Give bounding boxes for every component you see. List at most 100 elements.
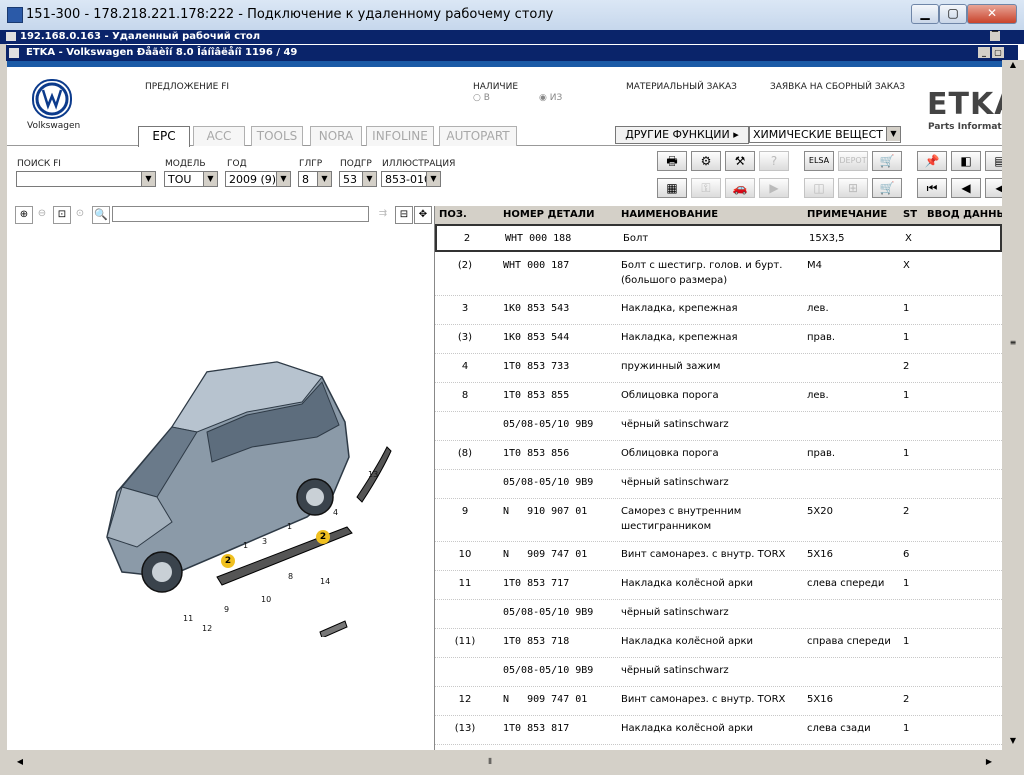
- name-cell: Облицовка порога: [621, 448, 719, 459]
- pos-cell: 9: [461, 506, 469, 517]
- car-button[interactable]: 🚗: [725, 178, 755, 198]
- minimize-button[interactable]: ▁: [911, 4, 939, 24]
- name-cell: Накладка, крепежная: [621, 303, 738, 314]
- table-row[interactable]: (3) 1K0 853 544 Накладка, крепежная прав. 1: [435, 325, 1002, 354]
- zoom-in-icon[interactable]: ⊕: [15, 206, 33, 224]
- close-button[interactable]: ✕: [967, 4, 1017, 24]
- col-part-number[interactable]: НОМЕР ДЕТАЛИ: [503, 209, 594, 220]
- search-fi-input[interactable]: ▼: [16, 171, 156, 187]
- table-row[interactable]: (8) 1T0 853 856 Облицовка порога прав. 1: [435, 441, 1002, 470]
- move-icon[interactable]: ✥: [414, 206, 432, 224]
- pin-button[interactable]: 📌: [917, 151, 947, 171]
- offer-fi-label[interactable]: ПРЕДЛОЖЕНИЕ FI: [145, 82, 229, 92]
- table-row[interactable]: 05/08-05/10 9B9 чёрный satinschwarz: [435, 600, 1002, 629]
- etka-minimize-button[interactable]: _: [978, 47, 990, 58]
- table-row[interactable]: 9 N 910 907 01 Саморез с внутренним шестиг…: [435, 499, 1002, 542]
- radio-b[interactable]: ○ В: [473, 93, 490, 103]
- play-button[interactable]: ▶: [759, 178, 789, 198]
- table-row[interactable]: 05/08-05/10 9B9 чёрный satinschwarz: [435, 412, 1002, 441]
- outer-vertical-scrollbar[interactable]: ▲ ≡ ▼: [1002, 60, 1024, 775]
- material-order-label[interactable]: МАТЕРИАЛЬНЫЙ ЗАКАЗ: [626, 82, 737, 92]
- key-button[interactable]: ⚿: [691, 178, 721, 198]
- scroll-down-arrow[interactable]: ▼: [1006, 736, 1020, 748]
- outer-horizontal-scrollbar[interactable]: ◀ ⦀ ▶: [7, 750, 1024, 775]
- first-page-button[interactable]: ⏮: [917, 178, 947, 198]
- callout-2a[interactable]: 2: [221, 554, 235, 568]
- search-parts-button[interactable]: ⚙: [691, 151, 721, 171]
- scroll-up-arrow[interactable]: ▲: [1006, 60, 1020, 72]
- table-row[interactable]: 12 N 909 747 01 Винт самонарез. с внутр. T…: [435, 687, 1002, 716]
- table-row[interactable]: 11 1T0 853 717 Накладка колёсной арки слева…: [435, 571, 1002, 600]
- table-row[interactable]: 05/08-05/10 9B9 чёрный satinschwarz: [435, 658, 1002, 687]
- chevron-down-icon[interactable]: ▼: [886, 127, 900, 141]
- chevron-down-icon[interactable]: ▼: [203, 172, 217, 186]
- year-select[interactable]: 2009 (9) ▼: [225, 171, 291, 187]
- col-pos[interactable]: ПОЗ.: [439, 209, 467, 220]
- zoom-fit-icon[interactable]: ⊡: [53, 206, 71, 224]
- vehicle-data-button[interactable]: ⚒: [725, 151, 755, 171]
- st-cell: 6: [903, 549, 910, 560]
- chevron-down-icon[interactable]: ▼: [317, 172, 331, 186]
- tree-button[interactable]: ⊞: [838, 178, 868, 198]
- zoom-area-icon[interactable]: ⊙: [72, 206, 88, 222]
- list-view-button[interactable]: ▤: [985, 151, 1002, 171]
- other-functions-button[interactable]: ДРУГИЕ ФУНКЦИИ ▸: [615, 126, 749, 144]
- assembly-order-label[interactable]: ЗАЯВКА НА СБОРНЫЙ ЗАКАЗ: [770, 82, 905, 92]
- table-view-button[interactable]: ▦: [657, 178, 687, 198]
- h-scroll-thumb[interactable]: ⦀: [483, 755, 497, 769]
- rdp-title-bar[interactable]: 151-300 - 178.218.221.178:222 - Подключе…: [0, 0, 1024, 31]
- podgr-select[interactable]: 53 ▼: [339, 171, 377, 187]
- back-list-button[interactable]: ◧: [951, 151, 981, 171]
- table-row[interactable]: 3 1K0 853 543 Накладка, крепежная лев. 1: [435, 296, 1002, 325]
- tab-nora[interactable]: NORA: [310, 126, 362, 146]
- illustration-select[interactable]: 853-010 ▼: [381, 171, 441, 187]
- cart-button[interactable]: 🛒: [872, 151, 902, 171]
- table-row[interactable]: 05/08-05/10 9B9 чёрный satinschwarz: [435, 470, 1002, 499]
- table-row[interactable]: (13) 1T0 853 817 Накладка колёсной арки сле…: [435, 716, 1002, 745]
- scroll-right-arrow[interactable]: ▶: [982, 755, 996, 769]
- elsa-button[interactable]: ELSA: [804, 151, 834, 171]
- table-row[interactable]: (11) 1T0 853 718 Накладка колёсной арки спр…: [435, 629, 1002, 658]
- chevron-down-icon[interactable]: ▼: [362, 172, 376, 186]
- glgr-select[interactable]: 8 ▼: [298, 171, 332, 187]
- illustration-search-input[interactable]: [112, 206, 369, 222]
- scroll-thumb[interactable]: ≡: [1006, 338, 1020, 348]
- col-name[interactable]: НАИМЕНОВАНИЕ: [621, 209, 718, 220]
- col-st[interactable]: ST: [903, 209, 917, 220]
- tab-infoline[interactable]: INFOLINE: [366, 126, 434, 146]
- callout-2b[interactable]: 2: [316, 530, 330, 544]
- chemicals-select[interactable]: ХИМИЧЕСКИЕ ВЕЩЕСТ ▼: [749, 126, 901, 143]
- chevron-down-icon[interactable]: ▼: [276, 172, 290, 186]
- model-select[interactable]: TOU ▼: [164, 171, 218, 187]
- chevron-down-icon[interactable]: ▼: [141, 172, 155, 186]
- etka-maximize-button[interactable]: ▢: [992, 47, 1004, 58]
- table-row[interactable]: 2 WHT 000 188 Болт 15X3,5 X: [435, 224, 1002, 252]
- maximize-button[interactable]: ▢: [939, 4, 967, 24]
- col-data-entry[interactable]: ВВОД ДАННЫХ: [927, 209, 1002, 220]
- split-view-button[interactable]: ◫: [804, 178, 834, 198]
- prev-button[interactable]: ◀: [985, 178, 1002, 198]
- chevron-down-icon[interactable]: ▼: [426, 172, 440, 186]
- table-row[interactable]: 8 1T0 853 855 Облицовка порога лев. 1: [435, 383, 1002, 412]
- scroll-left-arrow[interactable]: ◀: [13, 755, 27, 769]
- tab-autopart[interactable]: AUTOPART: [439, 126, 517, 146]
- col-note[interactable]: ПРИМЕЧАНИЕ: [807, 209, 887, 220]
- table-row[interactable]: 4 1T0 853 733 пружинный зажим 2: [435, 354, 1002, 383]
- tab-tools[interactable]: TOOLS: [251, 126, 303, 146]
- help-button[interactable]: ?: [759, 151, 789, 171]
- part-number-cell: 1T0 853 855: [503, 390, 570, 401]
- tab-epc[interactable]: EPC: [138, 126, 190, 147]
- print-button[interactable]: 🖶: [657, 151, 687, 171]
- cart-add-button[interactable]: 🛒: [872, 178, 902, 198]
- zoom-out-icon[interactable]: ⊖: [34, 206, 50, 222]
- prev-page-button[interactable]: ◀: [951, 178, 981, 198]
- layout-icon[interactable]: ⊟: [395, 206, 413, 224]
- depot-button[interactable]: DEPOT: [838, 151, 868, 171]
- remote-desktop-restore-icon[interactable]: ▔: [990, 31, 1000, 41]
- tab-acc[interactable]: ACC: [193, 126, 245, 146]
- radio-iz[interactable]: ◉ ИЗ: [539, 93, 562, 103]
- magnifier-icon[interactable]: 🔍: [92, 206, 110, 224]
- table-row[interactable]: 10 N 909 747 01 Винт самонарез. с внутр. T…: [435, 542, 1002, 571]
- export-icon[interactable]: ⇉: [374, 206, 392, 222]
- table-row[interactable]: (2) WHT 000 187 Болт с шестигр. голов. и б…: [435, 253, 1002, 296]
